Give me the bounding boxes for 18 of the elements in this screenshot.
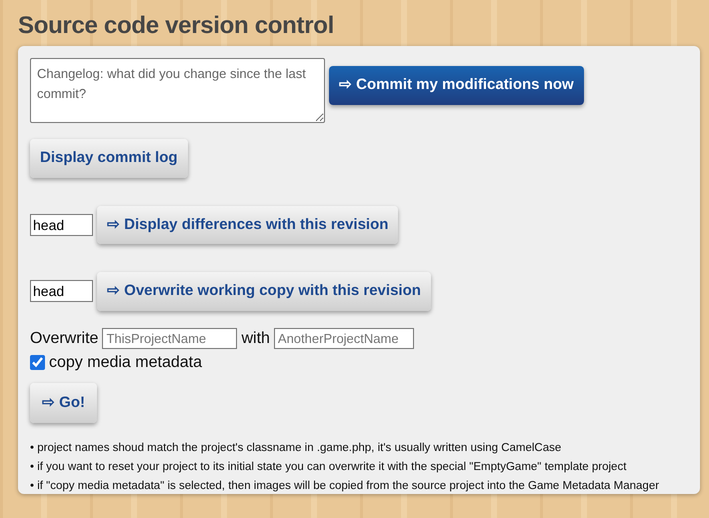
checkbox-label: copy media metadata: [49, 352, 202, 372]
commit-log-button[interactable]: Display commit log: [30, 139, 188, 178]
source-project-field[interactable]: ThisProjectName: [102, 328, 238, 349]
metadata-checkbox[interactable]: [30, 355, 45, 370]
target-project-field[interactable]: AnotherProjectName: [274, 328, 414, 349]
note-text: • if "copy media metadata" is selected, then images will be copied from the source project into the Game Metadata Manager: [30, 479, 660, 494]
page-heading: Source code version control: [18, 12, 335, 40]
note-text: • if you want to reset your project to its initial state you can overwrite it with the special "EmptyGame" template project: [30, 460, 628, 475]
with-label: with: [241, 328, 270, 348]
overwrite-label: Overwrite: [30, 328, 98, 348]
go-button[interactable]: ⇨ Go!: [30, 382, 97, 423]
revision-field[interactable]: head: [30, 280, 93, 302]
revision-button[interactable]: ⇨ Overwrite working copy with this revision: [97, 272, 431, 310]
changelog-field[interactable]: Changelog: what did you change since the last commit?: [30, 58, 325, 123]
revision-field[interactable]: head: [30, 214, 93, 236]
note-text: • project names shoud match the project's classname in .game.php, it's usually written using CamelCase: [30, 441, 562, 456]
commit-button[interactable]: ⇨ Commit my modifications now: [329, 66, 584, 104]
revision-button[interactable]: ⇨ Display differences with this revision: [97, 206, 398, 244]
